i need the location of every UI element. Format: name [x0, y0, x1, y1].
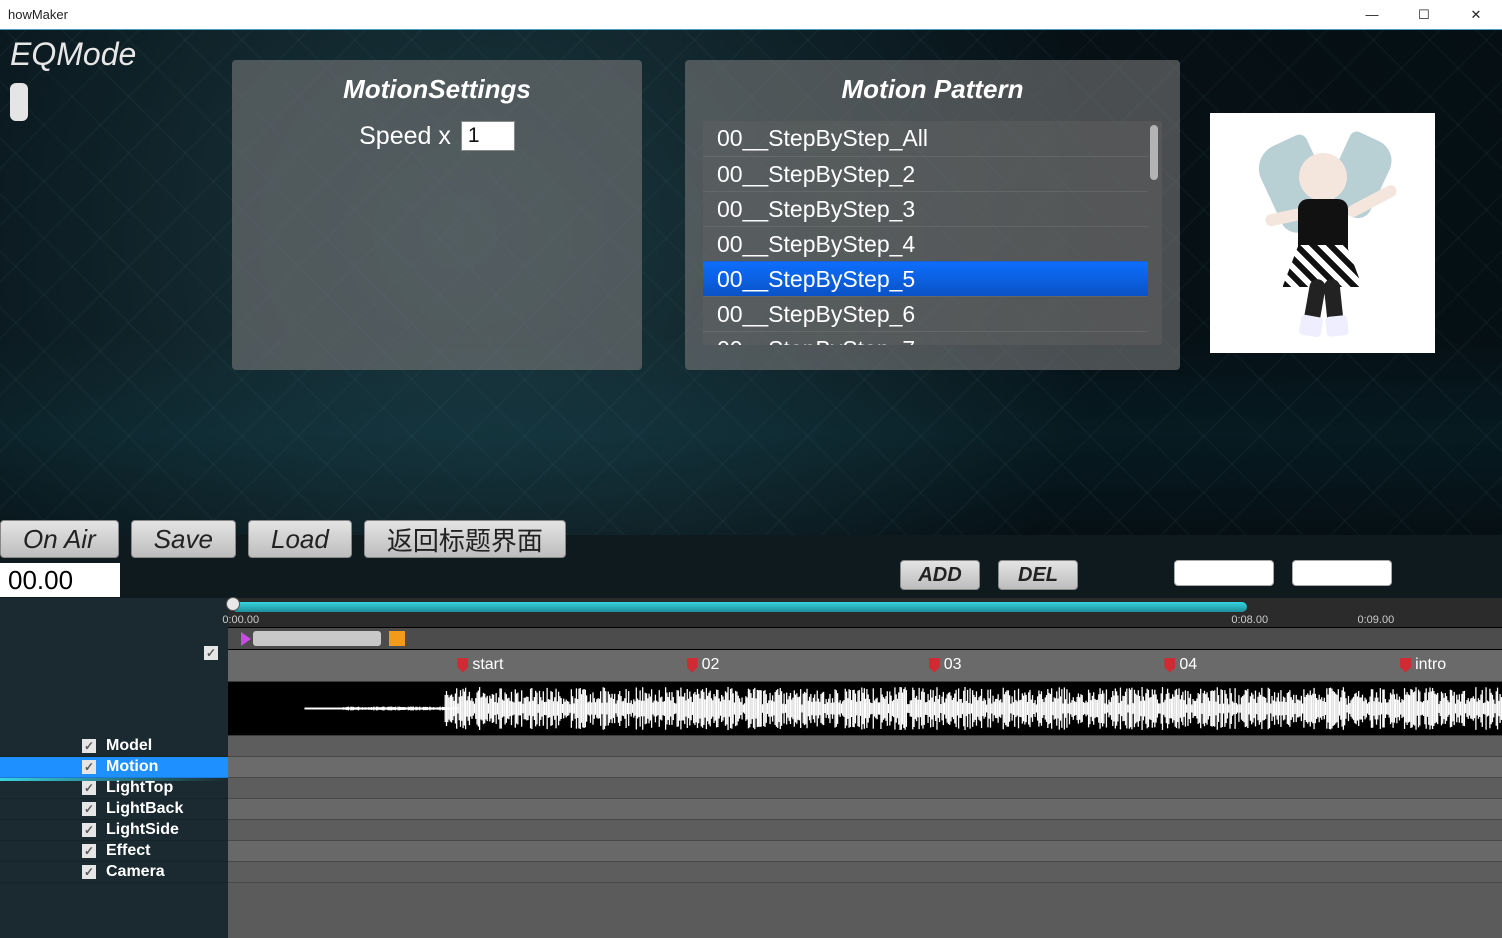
mode-area: EQMode [0, 30, 146, 132]
track-list: ✓ ✓ Model ✓ Motion ✓ LightTop ✓ LightBack ✓ Light… [0, 598, 228, 938]
timeline-marker-label: start [472, 656, 503, 674]
track-checkbox[interactable]: ✓ [82, 865, 96, 879]
load-button[interactable]: Load [248, 520, 352, 558]
track-row-lightback[interactable]: ✓ LightBack [0, 799, 228, 820]
waveform-lane [228, 682, 1502, 736]
track-label: LightTop [106, 779, 173, 797]
motion-settings-panel: MotionSettings Speed x [232, 60, 642, 370]
save-button[interactable]: Save [131, 520, 236, 558]
motion-pattern-item[interactable]: 00__StepByStep_2 [703, 156, 1148, 191]
track-checkbox[interactable]: ✓ [82, 760, 96, 774]
track-lane[interactable] [228, 841, 1502, 862]
track-lane[interactable] [228, 778, 1502, 799]
timeline-marker-label: 03 [944, 656, 962, 674]
mode-toggle-button[interactable] [10, 83, 28, 121]
track-row-motion[interactable]: ✓ Motion [0, 757, 228, 778]
track-label: Motion [106, 758, 158, 776]
track-row-camera[interactable]: ✓ Camera [0, 862, 228, 883]
timeline-marker[interactable]: 04 [1164, 654, 1197, 676]
track-lane[interactable] [228, 862, 1502, 883]
track-lane[interactable] [228, 820, 1502, 841]
timeline-marker-label: 04 [1179, 656, 1197, 674]
ruler-tick: 0:09.00 [1358, 614, 1395, 626]
add-button[interactable]: ADD [900, 560, 980, 590]
main-toolbar: On Air Save Load 返回标题界面 [0, 520, 566, 558]
cue-line-icon [0, 778, 228, 781]
track-label: Camera [106, 863, 165, 881]
character-figure [1253, 123, 1393, 333]
timeline-overview[interactable] [228, 628, 1502, 650]
window-minimize[interactable]: — [1354, 7, 1390, 23]
timeline-marker[interactable]: intro [1400, 654, 1446, 676]
track-checkbox[interactable]: ✓ [82, 844, 96, 858]
window-maximize[interactable]: ☐ [1406, 7, 1442, 23]
track-lanes[interactable] [228, 736, 1502, 883]
display-time: 00.00 [0, 563, 120, 597]
window-titlebar: howMaker — ☐ ✕ [0, 0, 1502, 30]
track-lane[interactable] [228, 799, 1502, 820]
track-master-checkbox[interactable]: ✓ [204, 646, 218, 660]
window-close[interactable]: ✕ [1458, 7, 1494, 23]
motion-pattern-list[interactable]: 00__StepByStep_All00__StepByStep_200__St… [703, 121, 1162, 345]
motion-pattern-panel: Motion Pattern 00__StepByStep_All00__Ste… [685, 60, 1180, 370]
track-label: LightSide [106, 821, 179, 839]
track-row-model[interactable]: ✓ Model [0, 736, 228, 757]
timeline-blank-button-1[interactable] [1174, 560, 1274, 586]
timeline-marker[interactable]: 02 [687, 654, 720, 676]
del-button[interactable]: DEL [998, 560, 1078, 590]
window-title: howMaker [8, 7, 68, 22]
track-checkbox[interactable]: ✓ [82, 781, 96, 795]
motion-pattern-item[interactable]: 00__StepByStep_7 [703, 331, 1148, 345]
timeline-marker-label: 02 [702, 656, 720, 674]
timeline-marker-label: intro [1415, 656, 1446, 674]
playhead[interactable] [226, 597, 240, 611]
overview-thumb[interactable] [253, 631, 380, 646]
track-lane[interactable] [228, 757, 1502, 778]
speed-input[interactable] [461, 121, 515, 151]
speed-label: Speed x [359, 122, 451, 151]
timeline-blank-button-2[interactable] [1292, 560, 1392, 586]
ruler-tick: 0:08.00 [1231, 614, 1268, 626]
motion-pattern-item[interactable]: 00__StepByStep_6 [703, 296, 1148, 331]
overview-play-marker-icon [241, 632, 251, 646]
track-lane[interactable] [228, 736, 1502, 757]
timeline-ruler[interactable]: 0:00.000:08.000:09.00 [228, 598, 1502, 628]
overview-end-marker[interactable] [389, 631, 405, 646]
track-checkbox[interactable]: ✓ [82, 823, 96, 837]
track-label: LightBack [106, 800, 183, 818]
return-title-button[interactable]: 返回标题界面 [364, 520, 566, 558]
window-buttons: — ☐ ✕ [1354, 7, 1494, 23]
ruler-tick: 0:00.00 [222, 614, 259, 626]
track-row-lighttop[interactable]: ✓ LightTop [0, 778, 228, 799]
timeline: 0:00.000:08.000:09.00 start020304intro [228, 598, 1502, 938]
track-row-effect[interactable]: ✓ Effect [0, 841, 228, 862]
marker-lane[interactable]: start 02 03 04 intro [228, 650, 1502, 682]
timeline-toolbar: ADD DEL [900, 560, 1392, 590]
motion-pattern-scrollbar[interactable] [1150, 125, 1158, 180]
timeline-marker[interactable]: start [457, 654, 503, 676]
motion-pattern-item[interactable]: 00__StepByStep_3 [703, 191, 1148, 226]
motion-pattern-title: Motion Pattern [703, 74, 1162, 105]
track-row-lightside[interactable]: ✓ LightSide [0, 820, 228, 841]
track-label: Effect [106, 842, 150, 860]
timeline-marker[interactable]: 03 [929, 654, 962, 676]
character-preview [1210, 113, 1435, 353]
track-checkbox[interactable]: ✓ [82, 739, 96, 753]
on-air-button[interactable]: On Air [0, 520, 119, 558]
motion-pattern-item[interactable]: 00__StepByStep_5 [703, 261, 1148, 296]
mode-label: EQMode [10, 36, 136, 73]
motion-settings-title: MotionSettings [250, 74, 624, 105]
motion-pattern-item[interactable]: 00__StepByStep_All [703, 121, 1148, 156]
track-label: Model [106, 737, 152, 755]
track-checkbox[interactable]: ✓ [82, 802, 96, 816]
motion-pattern-item[interactable]: 00__StepByStep_4 [703, 226, 1148, 261]
track-master-row[interactable]: ✓ [0, 598, 228, 682]
